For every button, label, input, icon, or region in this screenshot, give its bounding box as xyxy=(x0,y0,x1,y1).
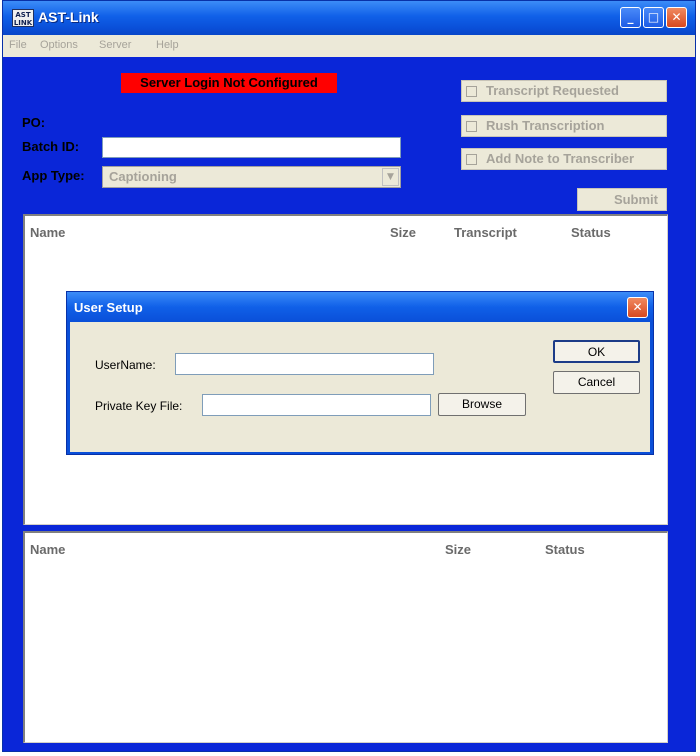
po-label: PO: xyxy=(22,115,46,130)
checkbox-label: Transcript Requested xyxy=(486,83,619,98)
username-input[interactable] xyxy=(175,353,434,375)
column-header-status[interactable]: Status xyxy=(545,542,585,557)
menu-help[interactable]: Help xyxy=(156,39,179,51)
dialog-title-bar[interactable]: User Setup ✕ xyxy=(67,292,653,322)
column-header-size[interactable]: Size xyxy=(445,542,471,557)
window-title: AST-Link xyxy=(38,9,99,25)
column-header-status[interactable]: Status xyxy=(571,225,611,240)
dialog-title: User Setup xyxy=(74,300,143,315)
checkbox-box[interactable] xyxy=(466,154,477,165)
add-note-checkbox[interactable]: Add Note to Transcriber xyxy=(461,148,667,170)
main-window: AST LINK AST-Link _ □ ✕ File Options Ser… xyxy=(2,0,696,752)
checkbox-box[interactable] xyxy=(466,121,477,132)
maximize-button[interactable]: □ xyxy=(643,7,664,28)
column-header-name[interactable]: Name xyxy=(30,225,65,240)
chevron-down-icon[interactable]: ▼ xyxy=(382,168,399,186)
download-file-list[interactable]: Name Size Status xyxy=(23,531,668,743)
submit-button[interactable]: Submit xyxy=(577,188,667,211)
column-header-name[interactable]: Name xyxy=(30,542,65,557)
status-message: Server Login Not Configured xyxy=(121,73,337,93)
username-label: UserName: xyxy=(95,358,156,372)
column-header-transcript[interactable]: Transcript xyxy=(454,225,517,240)
app-type-value: Captioning xyxy=(109,169,177,184)
ok-button[interactable]: OK xyxy=(553,340,640,363)
cancel-button[interactable]: Cancel xyxy=(553,371,640,394)
batch-id-input[interactable] xyxy=(102,137,401,158)
column-header-size[interactable]: Size xyxy=(390,225,416,240)
checkbox-label: Add Note to Transcriber xyxy=(486,151,635,166)
app-logo-icon: AST LINK xyxy=(12,9,34,27)
browse-button[interactable]: Browse xyxy=(438,393,526,416)
private-key-label: Private Key File: xyxy=(95,399,183,413)
rush-transcription-checkbox[interactable]: Rush Transcription xyxy=(461,115,667,137)
close-icon[interactable]: ✕ xyxy=(627,297,648,318)
checkbox-label: Rush Transcription xyxy=(486,118,605,133)
app-type-select[interactable]: Captioning ▼ xyxy=(102,166,401,188)
menu-file[interactable]: File xyxy=(9,39,27,51)
minimize-button[interactable]: _ xyxy=(620,7,641,28)
checkbox-box[interactable] xyxy=(466,86,477,97)
batch-id-label: Batch ID: xyxy=(22,139,80,154)
dialog-body: UserName: Private Key File: Browse OK Ca… xyxy=(70,322,650,452)
transcript-requested-checkbox[interactable]: Transcript Requested xyxy=(461,80,667,102)
menu-server[interactable]: Server xyxy=(99,39,131,51)
app-type-label: App Type: xyxy=(22,168,85,183)
title-bar[interactable]: AST LINK AST-Link _ □ ✕ xyxy=(3,1,695,35)
private-key-input[interactable] xyxy=(202,394,431,416)
menu-options[interactable]: Options xyxy=(40,39,78,51)
user-setup-dialog: User Setup ✕ UserName: Private Key File:… xyxy=(66,291,654,455)
close-button[interactable]: ✕ xyxy=(666,7,687,28)
menu-bar: File Options Server Help xyxy=(3,35,695,57)
